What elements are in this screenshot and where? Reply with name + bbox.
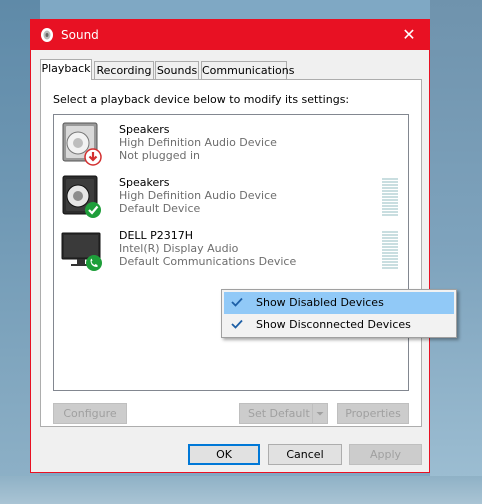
context-menu: Show Disabled Devices Show Disconnected …: [221, 289, 457, 338]
menu-item-label: Show Disconnected Devices: [256, 318, 411, 331]
device-status: Not plugged in: [119, 149, 201, 162]
close-button[interactable]: ✕: [389, 20, 429, 50]
desktop-background-bottom: [0, 476, 482, 504]
device-name: Speakers: [119, 176, 170, 189]
device-description: High Definition Audio Device: [119, 136, 277, 149]
sound-dialog: Sound ✕ Playback Recording Sounds Commun…: [30, 19, 457, 473]
set-default-button[interactable]: Set Default: [239, 403, 328, 424]
tab-communications[interactable]: Communications: [201, 61, 294, 79]
device-list[interactable]: Speakers High Definition Audio Device No…: [53, 114, 457, 391]
configure-button[interactable]: Configure: [53, 403, 127, 424]
window-title: Sound: [61, 28, 99, 42]
device-status: Default Device: [119, 202, 201, 215]
playback-panel: Select a playback device below to modify…: [40, 79, 457, 427]
dropdown-arrow-icon[interactable]: [312, 404, 327, 423]
menu-item-show-disabled[interactable]: Show Disabled Devices: [224, 292, 454, 314]
cancel-button[interactable]: Cancel: [268, 444, 342, 465]
speaker-icon: [62, 175, 101, 218]
device-name: Speakers: [119, 123, 170, 136]
device-item[interactable]: Speakers High Definition Audio Device No…: [54, 119, 408, 169]
menu-item-label: Show Disabled Devices: [256, 296, 384, 309]
volume-level-meter: [382, 231, 398, 271]
speaker-icon: [62, 122, 102, 166]
instruction-text: Select a playback device below to modify…: [53, 93, 350, 106]
close-icon: ✕: [402, 25, 416, 44]
desktop-background-right: [430, 0, 482, 504]
properties-button[interactable]: Properties: [337, 403, 409, 424]
device-description: High Definition Audio Device: [119, 189, 277, 202]
checkmark-icon: [231, 297, 243, 307]
device-status: Default Communications Device: [119, 255, 297, 268]
device-item[interactable]: DELL P2317H Intel(R) Display Audio Defau…: [54, 225, 408, 275]
menu-item-show-disconnected[interactable]: Show Disconnected Devices: [224, 314, 454, 336]
tab-sounds[interactable]: Sounds: [155, 61, 199, 79]
monitor-icon: [61, 232, 102, 271]
device-item[interactable]: Speakers High Definition Audio Device De…: [54, 172, 408, 222]
device-description: Intel(R) Display Audio: [119, 242, 239, 255]
title-bar[interactable]: Sound ✕: [31, 20, 429, 50]
volume-level-meter: [382, 178, 398, 218]
device-name: DELL P2317H: [119, 229, 194, 242]
checkmark-icon: [85, 202, 101, 218]
tab-playback[interactable]: Playback: [40, 59, 92, 80]
set-default-label: Set Default: [248, 407, 310, 420]
ok-button[interactable]: OK: [188, 444, 260, 465]
phone-icon: [86, 255, 102, 271]
speaker-app-icon: [41, 28, 53, 42]
tab-recording[interactable]: Recording: [94, 61, 154, 79]
checkmark-icon: [231, 319, 243, 329]
apply-button[interactable]: Apply: [349, 444, 422, 465]
